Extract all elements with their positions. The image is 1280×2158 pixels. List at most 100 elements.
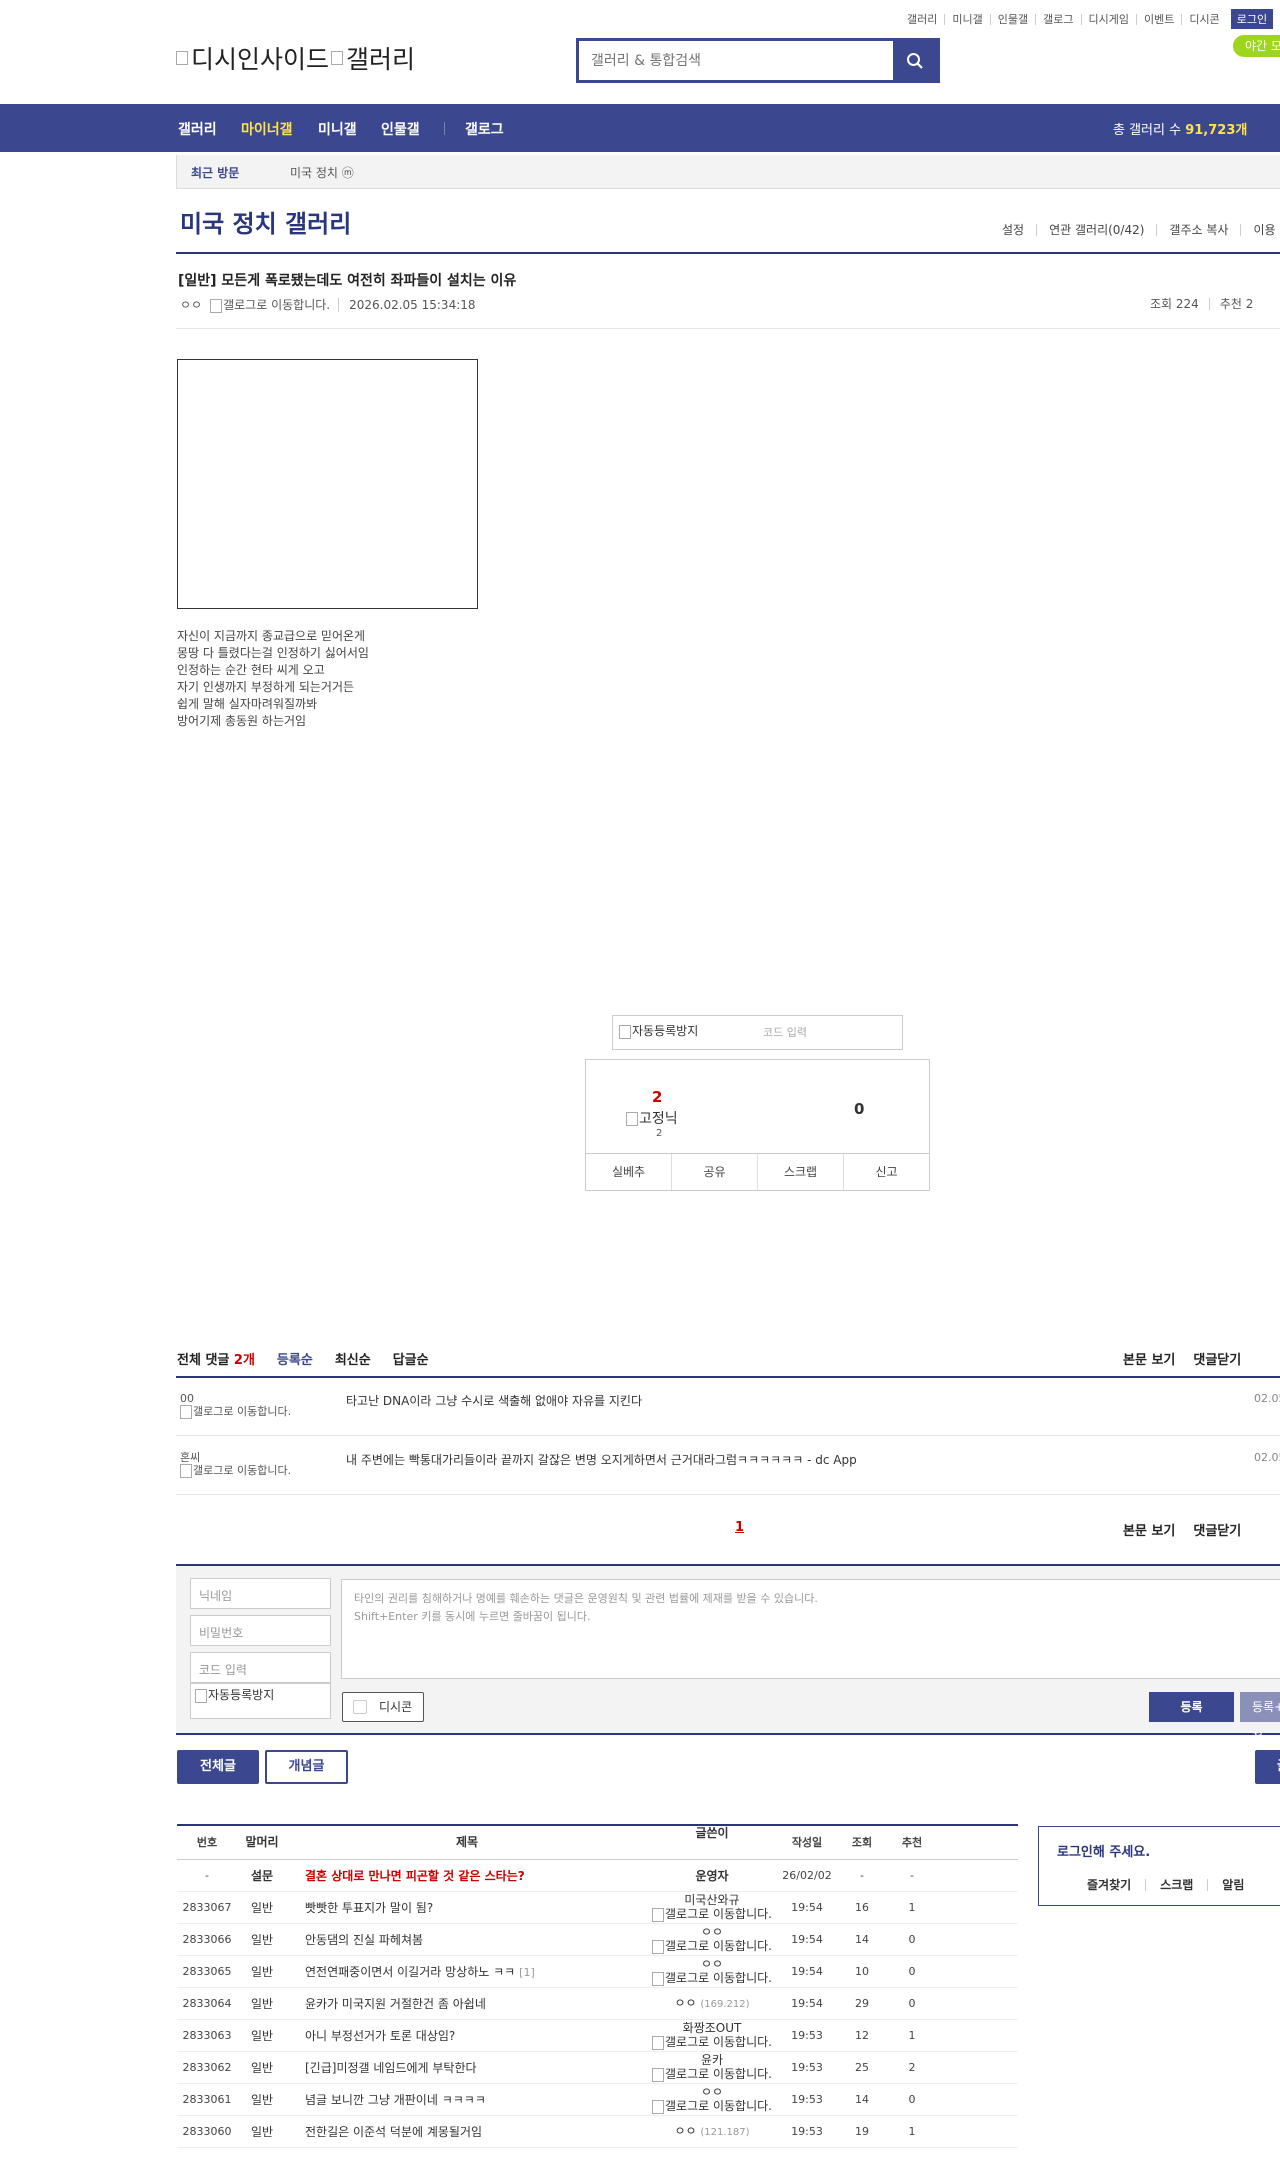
favorites-link[interactable]: 즐겨찾기 <box>1039 1879 1145 1891</box>
copy-gallery-url-link[interactable]: 갤주소 복사 <box>1156 224 1240 236</box>
comment-register-button[interactable]: 등록 <box>1149 1692 1234 1722</box>
table-row[interactable]: 2833064 일반 윤카가 미국지원 거절한건 좀 아쉽네 ㅇㅇ (169.212)… <box>177 1988 1018 2020</box>
site-logo[interactable]: 디시인사이드 갤러리 <box>176 40 415 76</box>
nav-gallog[interactable]: 갤로그 <box>465 119 504 139</box>
sort-by-registered[interactable]: 등록순 <box>277 1349 313 1368</box>
util-link-gallery[interactable]: 갤러리 <box>900 14 944 25</box>
sort-by-latest[interactable]: 최신순 <box>335 1349 371 1368</box>
table-row[interactable]: 2833067 일반 빳빳한 투표지가 말이 됨? 미국산와규 갤로그로 이동합니다. 1… <box>177 1892 1018 1924</box>
comment-code-input[interactable]: 코드 입력 <box>190 1652 331 1683</box>
login-message[interactable]: 로그인해 주세요. <box>1057 1841 1150 1860</box>
search-input[interactable] <box>579 41 893 80</box>
comment-text: 타고난 DNA이라 그냥 수시로 색출해 없애야 자유를 지킨다 <box>346 1394 643 1408</box>
table-row[interactable]: - 설문 결혼 상대로 만나면 피곤할 것 같은 스타는? 운영자 26/02/02 - - <box>177 1860 1018 1892</box>
login-button[interactable]: 로그인 <box>1230 9 1274 29</box>
post-writer[interactable]: ㅇㅇ (169.212) <box>647 1996 777 2012</box>
post-writer-nick[interactable]: ㅇㅇ <box>180 296 202 313</box>
scrap-button[interactable]: 스크랩 <box>757 1154 843 1190</box>
write-button[interactable]: 글쓰기 <box>1255 1750 1280 1784</box>
close-comments-button[interactable]: 댓글닫기 <box>1193 1349 1241 1368</box>
post-title-link[interactable]: [긴급]미정갤 네임드에게 부탁한다 <box>287 2059 647 2076</box>
sort-by-reply[interactable]: 답글순 <box>393 1349 429 1368</box>
comment-page-1[interactable]: 1 <box>735 1520 744 1535</box>
util-link-minigall[interactable]: 미니갤 <box>944 13 989 25</box>
captcha-code-input[interactable]: 코드 입력 <box>763 1024 807 1040</box>
post-writer-gallog-image[interactable]: 갤로그로 이동합니다. <box>210 296 330 313</box>
post-title-link[interactable]: 념글 보니깐 그냥 개판이네 ㅋㅋㅋㅋ <box>287 2091 647 2108</box>
gallery-settings-link[interactable]: 설정 <box>990 224 1036 236</box>
util-link-game[interactable]: 디시게임 <box>1080 13 1136 25</box>
writer-nick: ㅇㅇ <box>700 1925 724 1940</box>
comment-textarea[interactable]: 타인의 권리를 침해하거나 명예를 훼손하는 댓글은 운영원칙 및 관련 법률에… <box>341 1579 1280 1679</box>
view-post-button[interactable]: 본문 보기 <box>1123 1520 1175 1539</box>
writer-nick: 운영자 <box>695 1868 729 1883</box>
post-writer[interactable]: 윤카 갤로그로 이동합니다. <box>647 2053 777 2082</box>
table-row[interactable]: 2833066 일반 안동댐의 진실 파헤쳐봄 ㅇㅇ 갤로그로 이동합니다. 19:54 1… <box>177 1924 1018 1956</box>
broken-image-icon <box>652 2067 664 2082</box>
post-list-header: 번호 말머리 제목 글쓴이 작성일 조회 추천 <box>177 1826 1018 1860</box>
post-title-link[interactable]: 아니 부정선거가 토론 대상임? <box>287 2027 647 2044</box>
dccon-button[interactable]: 디시콘 <box>342 1692 424 1722</box>
post-title-link[interactable]: 연전연패중이면서 이길거라 망상하노 ㅋㅋ [1] <box>287 1963 647 1980</box>
report-button[interactable]: 신고 <box>843 1154 929 1190</box>
comment-writer[interactable]: 00 갤로그로 이동합니다. <box>180 1392 310 1419</box>
util-link-gallog[interactable]: 갤로그 <box>1035 13 1080 25</box>
gallery-title[interactable]: 미국 정치 갤러리 <box>180 204 351 239</box>
notification-link[interactable]: 알림 <box>1207 1879 1258 1891</box>
post-title-link[interactable]: 결혼 상대로 만나면 피곤할 것 같은 스타는? <box>287 1867 647 1884</box>
search-button[interactable] <box>893 41 937 80</box>
nav-mini-gallery[interactable]: 미니갤 <box>318 119 357 139</box>
comment-password-input[interactable]: 비밀번호 <box>190 1615 331 1646</box>
comment-nickname-input[interactable]: 닉네임 <box>190 1578 331 1609</box>
share-button[interactable]: 공유 <box>671 1154 757 1190</box>
nav-gallery[interactable]: 갤러리 <box>178 119 217 139</box>
post-recommend: 0 <box>908 1997 916 2010</box>
util-link-person[interactable]: 인물갤 <box>989 13 1035 25</box>
tab-concept-posts[interactable]: 개념글 <box>265 1750 348 1784</box>
post-body-line: 인정하는 순간 현타 씨게 오고 <box>177 663 325 677</box>
post-subject: 일반 <box>250 1901 274 1915</box>
post-writer[interactable]: ㅇㅇ 갤로그로 이동합니다. <box>647 1925 777 1954</box>
util-link-dccon[interactable]: 디시콘 <box>1181 13 1226 25</box>
usage-link[interactable]: 이용 <box>1240 224 1280 236</box>
table-row[interactable]: 2833060 일반 전한길은 이준석 덕분에 계몽될거임 ㅇㅇ (121.187) 1… <box>177 2116 1018 2148</box>
night-mode-toggle[interactable]: 야간 모드 <box>1233 35 1280 57</box>
post-title-link[interactable]: 전한길은 이준석 덕분에 계몽될거임 <box>287 2123 647 2140</box>
tab-all-posts[interactable]: 전체글 <box>177 1750 259 1784</box>
writer-nick: 윤카 <box>700 2053 724 2068</box>
util-link-event[interactable]: 이벤트 <box>1135 13 1181 25</box>
comment-register-recommend-button[interactable]: 등록+추천 <box>1240 1692 1280 1744</box>
table-row[interactable]: 2833063 일반 아니 부정선거가 토론 대상임? 화짱조OUT 갤로그로 이동합니… <box>177 2020 1018 2052</box>
post-image[interactable] <box>177 359 478 609</box>
related-gallery-link[interactable]: 연관 갤러리(0/42) <box>1036 224 1156 236</box>
nav-person-gallery[interactable]: 인물갤 <box>381 119 420 139</box>
nav-minor-gallery[interactable]: 마이너갤 <box>241 119 293 139</box>
table-row[interactable]: 2833065 일반 연전연패중이면서 이길거라 망상하노 ㅋㅋ [1] ㅇㅇ 갤로그로 … <box>177 1956 1018 1988</box>
broken-image-icon <box>626 1112 638 1126</box>
post-writer[interactable]: ㅇㅇ 갤로그로 이동합니다. <box>647 1957 777 1986</box>
post-number: 2833061 <box>182 2093 232 2106</box>
broken-image-icon <box>652 1907 664 1922</box>
fixed-nick-upvote[interactable]: 고정닉 <box>626 1108 678 1128</box>
recent-gallery-link[interactable]: 미국 정치 ⓜ <box>290 164 354 181</box>
post-title-link[interactable]: 빳빳한 투표지가 말이 됨? <box>287 1899 647 1916</box>
post-writer[interactable]: 미국산와규 갤로그로 이동합니다. <box>647 1893 777 1922</box>
comment-writer[interactable]: 혼씨 갤로그로 이동합니다. <box>180 1451 310 1478</box>
post-title-link[interactable]: 윤카가 미국지원 거절한건 좀 아쉽네 <box>287 1995 647 2012</box>
silver-best-button[interactable]: 실베추 <box>586 1154 671 1190</box>
post-body-line: 자기 인생까지 부정하게 되는거거든 <box>177 680 355 694</box>
writer-gallog-image: 갤로그로 이동합니다. <box>647 2099 777 2114</box>
table-row[interactable]: 2833062 일반 [긴급]미정갤 네임드에게 부탁한다 윤카 갤로그로 이동합니다.… <box>177 2052 1018 2084</box>
post-writer[interactable]: ㅇㅇ 갤로그로 이동합니다. <box>647 2085 777 2114</box>
table-row[interactable]: 2833061 일반 념글 보니깐 그냥 개판이네 ㅋㅋㅋㅋ ㅇㅇ 갤로그로 이동합니다… <box>177 2084 1018 2116</box>
post-writer[interactable]: ㅇㅇ (121.187) <box>647 2124 777 2140</box>
divider <box>176 252 1280 254</box>
reply-count[interactable]: [1] <box>519 1966 535 1979</box>
post-writer[interactable]: 운영자 <box>647 1869 777 1883</box>
post-list: 번호 말머리 제목 글쓴이 작성일 조회 추천 - 설문 결혼 상대로 만나면 피곤… <box>177 1824 1018 2148</box>
post-writer[interactable]: 화짱조OUT 갤로그로 이동합니다. <box>647 2021 777 2050</box>
post-title-link[interactable]: 안동댐의 진실 파헤쳐봄 <box>287 1931 647 1948</box>
close-comments-button[interactable]: 댓글닫기 <box>1193 1520 1241 1539</box>
scrap-link[interactable]: 스크랩 <box>1145 1879 1207 1891</box>
view-post-button[interactable]: 본문 보기 <box>1123 1349 1175 1368</box>
